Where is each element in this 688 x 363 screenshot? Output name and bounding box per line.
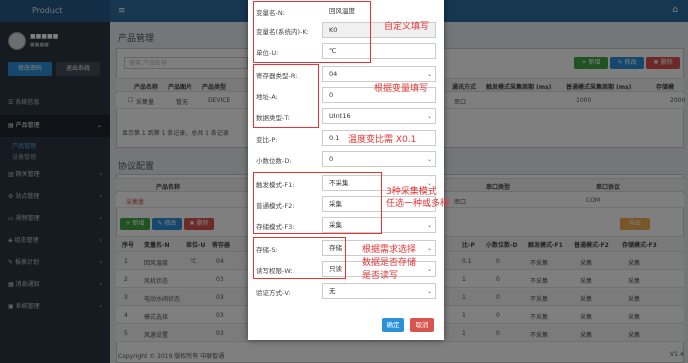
chevron-down-icon: ⌄ (426, 156, 432, 163)
select-value: UInt16 (329, 112, 351, 120)
annotation-text: 根据变量填写 (374, 84, 429, 94)
annotation-box-modes (253, 172, 382, 234)
field-decimals: 小数位数-D: 0 ⌄ (248, 151, 444, 169)
annotation-box-custom (253, 1, 371, 63)
cancel-button[interactable]: 取消 (410, 318, 434, 332)
verify-select[interactable]: 无 ⌄ (322, 283, 436, 299)
annotation-text: 数据是否存储 (362, 258, 417, 268)
select-value: 无 (329, 287, 336, 295)
annotation-text: 自定义填写 (384, 22, 430, 32)
chevron-down-icon: ⌄ (426, 222, 432, 229)
annotation-text: 温度变比需 X0.1 (348, 135, 417, 145)
annotation-text: 根据需求选择 (362, 245, 417, 255)
variable-edit-dialog: 变量名-N: 回风温度 变量名(系统内)-K: K0 单位-U: ℃ 寄存器类型… (248, 0, 449, 340)
field-label: 验证方式-V: (256, 289, 291, 297)
chevron-down-icon: ⌄ (426, 288, 432, 295)
annotation-box-storage (253, 237, 346, 279)
chevron-down-icon: ⌄ (426, 113, 432, 120)
field-label: 小数位数-D: (256, 157, 292, 165)
chevron-down-icon: ⌄ (426, 245, 432, 252)
annotation-box-register (253, 64, 319, 128)
annotation-text: 任选一种或多种 (386, 199, 450, 209)
field-verify: 验证方式-V: 无 ⌄ (248, 283, 444, 301)
data-type-select[interactable]: UInt16 ⌄ (322, 108, 436, 124)
app-root: Product ≡ ⌂ ■■■■■ ■■■■ 修改密码 退出系统 ☰ 系统信息 … (0, 0, 688, 363)
decimals-select[interactable]: 0 ⌄ (322, 151, 436, 167)
chevron-down-icon: ⌄ (426, 71, 432, 78)
chevron-down-icon: ⌄ (426, 266, 432, 273)
select-value: 0 (329, 155, 334, 163)
confirm-button[interactable]: 确定 (382, 318, 404, 332)
annotation-text: 是否读写 (362, 271, 399, 281)
register-type-select[interactable]: 04 ⌄ (322, 66, 436, 82)
field-label: 变比-P: (256, 136, 278, 144)
select-value: 04 (329, 70, 338, 78)
